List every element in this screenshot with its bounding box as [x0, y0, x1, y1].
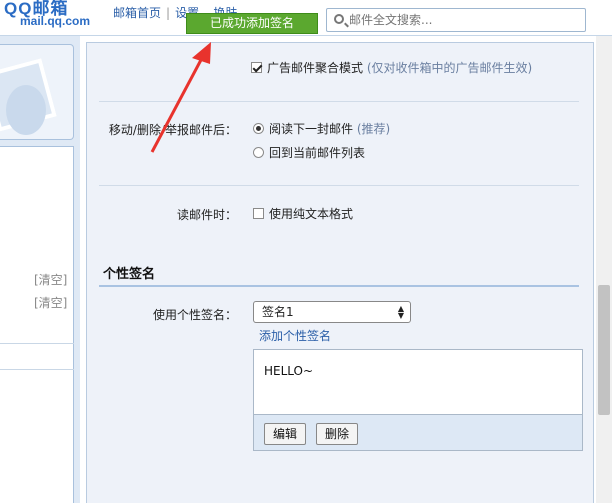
use-signature-label: 使用个性签名：	[152, 308, 237, 322]
recommend-hint: (推荐)	[356, 122, 391, 136]
section-divider	[99, 285, 579, 287]
edit-button[interactable]: 编辑	[264, 423, 307, 445]
logo-domain: mail.qq.com	[20, 14, 91, 28]
left-folder-panel	[0, 146, 74, 503]
add-signature-link[interactable]: 添加个性签名	[259, 327, 331, 344]
search-box[interactable]	[326, 8, 586, 32]
qq-mail-logo[interactable]: QQ邮箱 mail.qq.com	[0, 0, 110, 34]
left-banner-panel	[0, 44, 74, 140]
divider	[0, 369, 74, 370]
signature-select[interactable]: 签名1 ▲ ▼	[253, 301, 411, 323]
plain-text-checkbox[interactable]	[253, 208, 264, 219]
ad-mode-checkbox[interactable]	[251, 62, 262, 73]
signature-content: HELLO~	[264, 364, 314, 378]
signature-toolbar: 编辑 删除	[253, 415, 583, 451]
penguin-icon	[6, 85, 46, 135]
search-input[interactable]	[349, 11, 577, 29]
radio-back-to-list-label: 回到当前邮件列表	[269, 146, 366, 160]
delete-button[interactable]: 删除	[316, 423, 359, 445]
radio-read-next-label: 阅读下一封邮件	[269, 122, 354, 136]
clear-spam-link[interactable]: [清空]	[34, 294, 67, 311]
radio-read-next[interactable]: 阅读下一封邮件 (推荐)	[253, 120, 390, 137]
ad-mode-option[interactable]: 广告邮件聚合模式 (仅对收件箱中的广告邮件生效)	[251, 59, 532, 76]
select-arrows-icon: ▲ ▼	[397, 304, 404, 320]
scrollbar-thumb[interactable]	[598, 285, 610, 415]
plain-text-label: 使用纯文本格式	[269, 207, 354, 221]
scrollbar-track[interactable]	[596, 36, 612, 503]
success-toast: 已成功添加签名	[186, 13, 318, 34]
ad-mode-hint: (仅对收件箱中的广告邮件生效)	[366, 61, 533, 75]
row-divider	[99, 101, 579, 102]
ad-mode-label: 广告邮件聚合模式	[267, 61, 364, 75]
after-action-label: 移动/删除/举报邮件后：	[108, 123, 237, 137]
radio-read-next-button[interactable]	[253, 123, 264, 134]
settings-panel: 广告邮件聚合模式 (仅对收件箱中的广告邮件生效) 移动/删除/举报邮件后： 阅读…	[86, 42, 594, 503]
signature-editor[interactable]: HELLO~	[253, 349, 583, 415]
signature-select-value: 签名1	[262, 305, 294, 319]
radio-back-to-list[interactable]: 回到当前邮件列表	[253, 144, 365, 161]
mailbox-home-link[interactable]: 邮箱首页	[113, 6, 161, 20]
signature-section-title: 个性签名	[103, 267, 156, 282]
search-icon	[334, 14, 344, 24]
clear-trash-link[interactable]: [清空]	[34, 271, 67, 288]
plain-text-option[interactable]: 使用纯文本格式	[253, 205, 353, 222]
divider	[0, 343, 74, 344]
read-mail-label: 读邮件时：	[176, 208, 237, 222]
radio-back-to-list-button[interactable]	[253, 147, 264, 158]
row-divider	[99, 185, 579, 186]
